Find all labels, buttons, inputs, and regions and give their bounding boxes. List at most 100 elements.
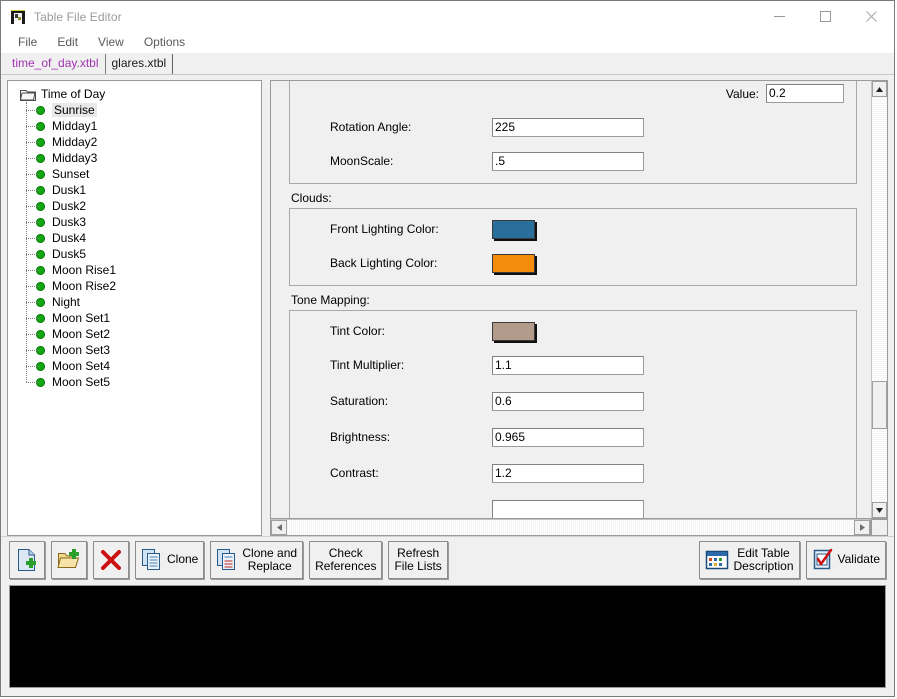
tree-connector-dash xyxy=(26,382,39,384)
property-editor: Value: Rotation Angle: MoonScale: xyxy=(270,80,888,536)
clone-button[interactable]: Clone xyxy=(135,540,205,579)
tree-connector-dash xyxy=(26,142,39,144)
moonscale-label: MoonScale: xyxy=(330,154,394,168)
table-grid-icon xyxy=(705,549,729,571)
tree-node[interactable]: Midday1 xyxy=(8,118,261,134)
menu-item-view[interactable]: View xyxy=(89,33,133,52)
tab-glares[interactable]: glares.xtbl xyxy=(105,54,174,74)
scroll-up-arrow-icon[interactable] xyxy=(872,81,887,97)
vertical-scroll-thumb[interactable] xyxy=(872,381,887,429)
tree-node-label: Dusk3 xyxy=(52,215,87,229)
scroll-left-arrow-icon[interactable] xyxy=(271,520,287,535)
back-lighting-color-row: Back Lighting Color: xyxy=(302,253,844,273)
tree-node-label: Moon Set4 xyxy=(52,359,111,373)
next-input-partial[interactable] xyxy=(492,499,644,518)
new-file-icon xyxy=(16,548,38,572)
tree-node[interactable]: Dusk3 xyxy=(8,214,261,230)
tree-node[interactable]: Dusk5 xyxy=(8,246,261,262)
tree-node[interactable]: Moon Set3 xyxy=(8,342,261,358)
tree-node-label: Dusk1 xyxy=(52,183,87,197)
tree-connector-dash xyxy=(26,270,39,272)
tree-node[interactable]: Sunrise xyxy=(8,102,261,118)
value-input[interactable] xyxy=(766,84,844,103)
saturation-row: Saturation: xyxy=(302,391,844,411)
editor-horizontal-scrollbar[interactable] xyxy=(270,519,871,536)
tint-multiplier-input[interactable] xyxy=(492,355,644,375)
brightness-input[interactable] xyxy=(492,427,644,447)
tree-node-label: Dusk4 xyxy=(52,231,87,245)
menu-bar: File Edit View Options xyxy=(1,32,894,53)
refresh-file-lists-button[interactable]: Refresh File Lists xyxy=(388,540,448,579)
new-file-button[interactable] xyxy=(9,540,45,579)
tree-connector-dash xyxy=(26,318,39,320)
menu-item-edit[interactable]: Edit xyxy=(48,33,87,52)
open-file-button[interactable] xyxy=(51,540,87,579)
scroll-down-arrow-icon[interactable] xyxy=(872,502,887,518)
edit-table-description-button-label: Edit Table Description xyxy=(733,545,794,573)
front-lighting-color-label: Front Lighting Color: xyxy=(330,222,439,236)
tree-root-time-of-day[interactable]: Time of Day xyxy=(8,86,261,102)
editor-content: Value: Rotation Angle: MoonScale: xyxy=(271,81,871,518)
maximize-button[interactable] xyxy=(802,1,848,32)
tree-node[interactable]: Dusk4 xyxy=(8,230,261,246)
contrast-input[interactable] xyxy=(492,463,644,483)
check-references-button-label: Check References xyxy=(315,545,377,573)
tree-connector-dash xyxy=(26,334,39,336)
menu-item-file[interactable]: File xyxy=(9,33,46,52)
tree-node[interactable]: Moon Rise1 xyxy=(8,262,261,278)
editor-vertical-scrollbar[interactable] xyxy=(871,80,888,519)
refresh-file-lists-button-label: Refresh File Lists xyxy=(394,545,442,573)
tree-node[interactable]: Moon Set5 xyxy=(8,374,261,390)
clouds-group: Front Lighting Color: Back Lighting Colo… xyxy=(289,208,857,286)
tone-mapping-group-label: Tone Mapping: xyxy=(291,293,370,307)
tree-node-label: Moon Rise2 xyxy=(52,279,117,293)
edit-table-description-button[interactable]: Edit Table Description xyxy=(699,540,800,579)
tree-connector-dash xyxy=(26,174,39,176)
minimize-button[interactable] xyxy=(756,1,802,32)
back-lighting-color-swatch[interactable] xyxy=(492,253,535,273)
tone-mapping-group: Tint Color: Tint Multiplier: Saturation: xyxy=(289,310,857,518)
tree-node[interactable]: Midday2 xyxy=(8,134,261,150)
saturation-input[interactable] xyxy=(492,391,644,411)
moonscale-row: MoonScale: xyxy=(302,151,844,171)
tree-node[interactable]: Moon Set4 xyxy=(8,358,261,374)
tree-node[interactable]: Sunset xyxy=(8,166,261,182)
tree-node[interactable]: Moon Rise2 xyxy=(8,278,261,294)
tree-node-label: Moon Set1 xyxy=(52,311,111,325)
tree-node[interactable]: Dusk1 xyxy=(8,182,261,198)
clone-and-replace-button[interactable]: Clone and Replace xyxy=(210,540,304,579)
log-console[interactable] xyxy=(9,585,886,688)
clone-and-replace-button-label: Clone and Replace xyxy=(242,545,298,573)
editor-scroll-region: Value: Rotation Angle: MoonScale: xyxy=(270,80,871,519)
menu-item-options[interactable]: Options xyxy=(135,33,194,52)
tree-connector-dash xyxy=(26,302,39,304)
tree-node[interactable]: Night xyxy=(8,294,261,310)
tree-node[interactable]: Moon Set1 xyxy=(8,310,261,326)
tree-node-label: Moon Set3 xyxy=(52,343,111,357)
front-lighting-color-swatch[interactable] xyxy=(492,219,535,239)
time-of-day-tree[interactable]: Time of Day Sunrise Midday1 Midday2 Midday3… xyxy=(7,80,262,536)
editor-horizontal-scroll-area xyxy=(270,519,888,536)
copy-replace-icon xyxy=(216,548,238,572)
rotation-angle-row: Rotation Angle: xyxy=(302,117,844,137)
moonscale-input[interactable] xyxy=(492,151,644,171)
tree-node-label: Night xyxy=(52,295,81,309)
tab-time-of-day[interactable]: time_of_day.xtbl xyxy=(6,54,106,74)
scroll-right-arrow-icon[interactable] xyxy=(854,520,870,535)
tree-node-label: Midday3 xyxy=(52,151,98,165)
validate-button[interactable]: Validate xyxy=(805,540,886,579)
check-references-button[interactable]: Check References xyxy=(309,540,383,579)
tree-node[interactable]: Midday3 xyxy=(8,150,261,166)
tint-color-swatch[interactable] xyxy=(492,321,535,341)
tree-node[interactable]: Dusk2 xyxy=(8,198,261,214)
delete-button[interactable] xyxy=(93,540,129,579)
copy-icon xyxy=(141,548,163,572)
back-lighting-color-label: Back Lighting Color: xyxy=(330,256,438,270)
rotation-angle-input[interactable] xyxy=(492,117,644,137)
tree-node-label: Dusk5 xyxy=(52,247,87,261)
brightness-label: Brightness: xyxy=(330,430,391,444)
close-button[interactable] xyxy=(848,1,894,32)
tree-connector-dash xyxy=(26,286,39,288)
title-bar: Table File Editor xyxy=(1,1,894,32)
tree-node[interactable]: Moon Set2 xyxy=(8,326,261,342)
